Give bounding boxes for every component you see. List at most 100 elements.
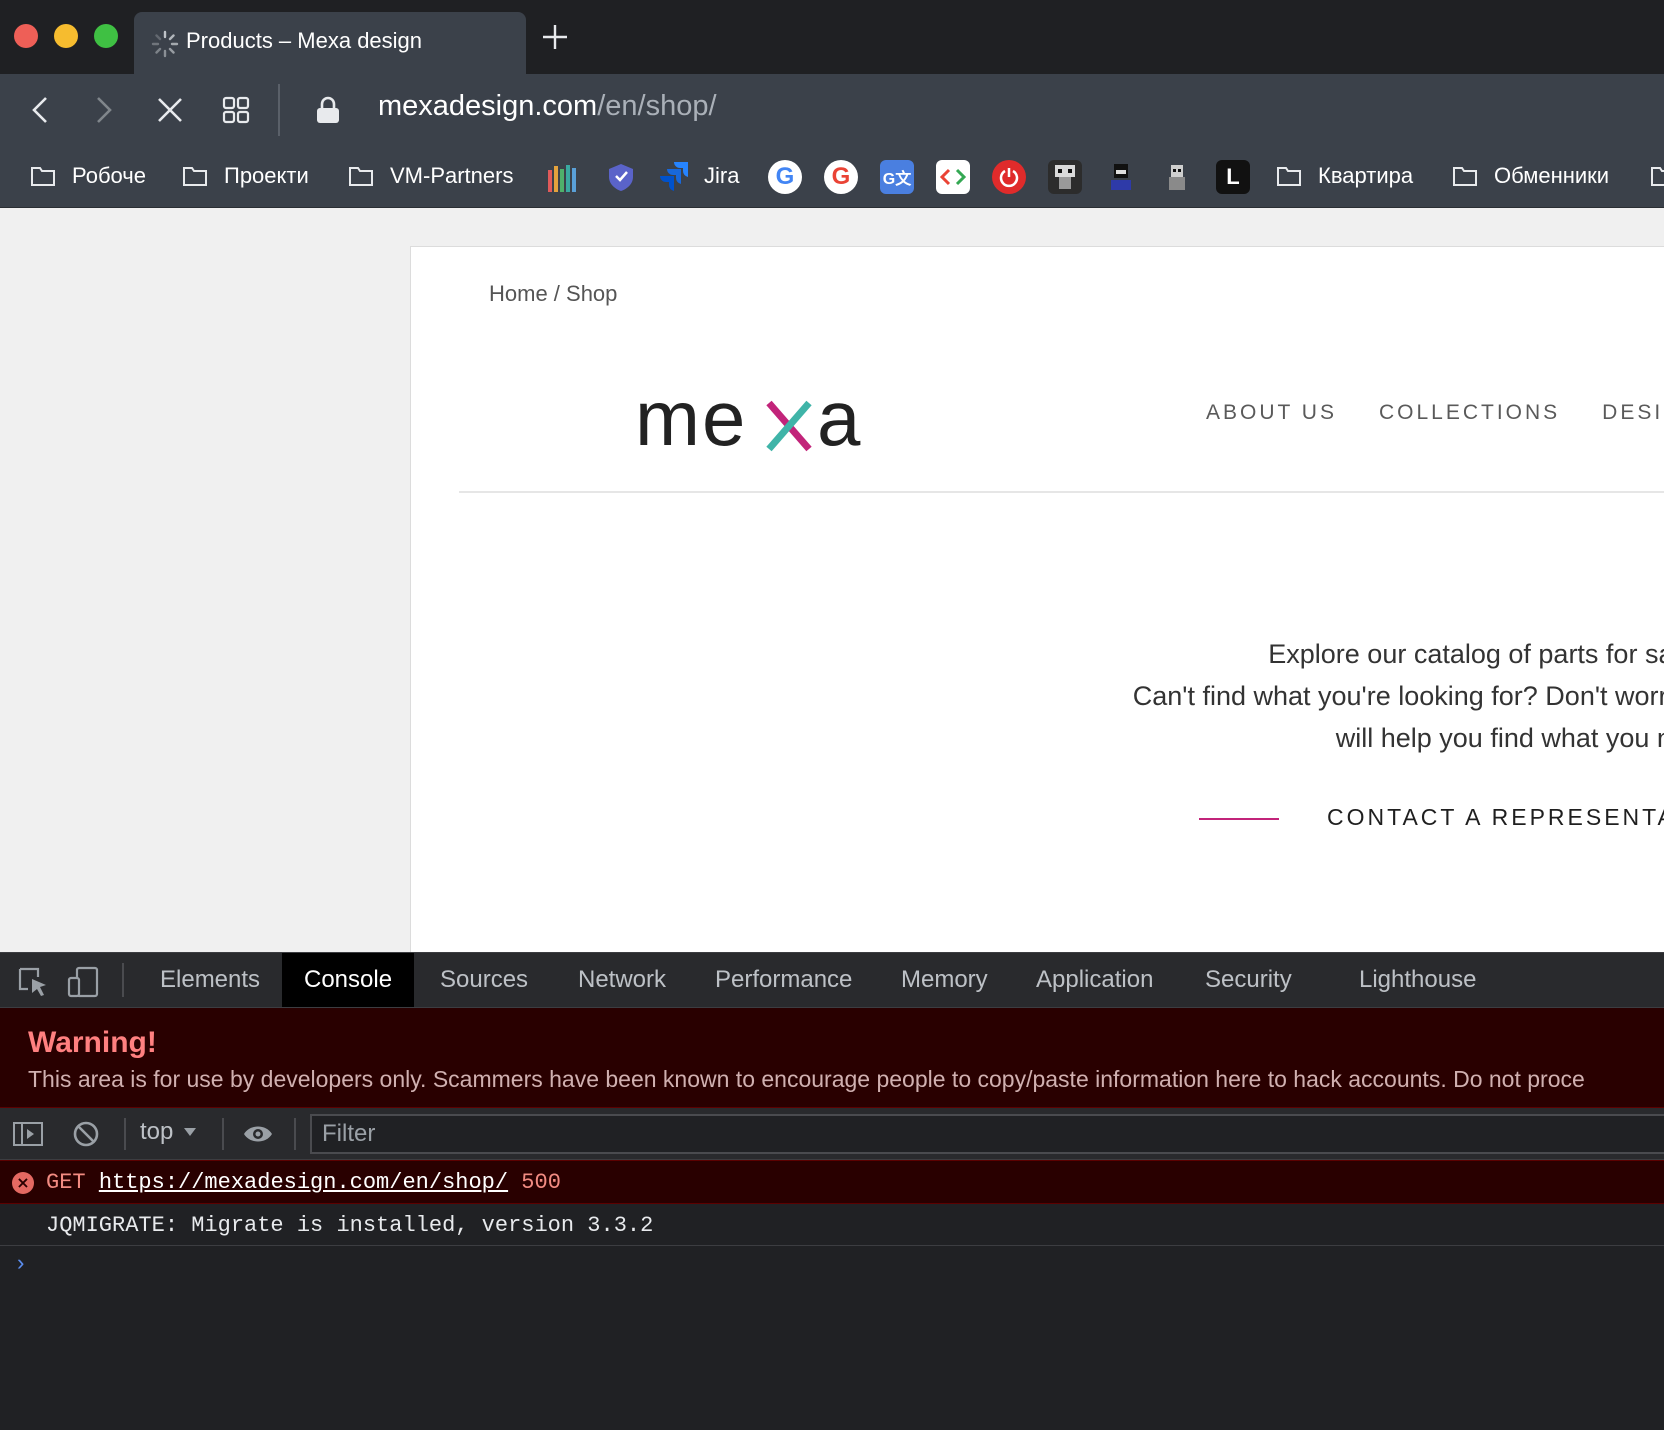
tab-performance[interactable]: Performance bbox=[693, 953, 874, 1007]
bookmark-bars-favicon[interactable] bbox=[546, 160, 580, 194]
inspect-element-icon[interactable] bbox=[16, 965, 50, 999]
mexa-logo[interactable]: me a bbox=[635, 381, 875, 461]
toolbar-divider bbox=[278, 84, 280, 136]
folder-icon bbox=[1651, 167, 1664, 186]
stop-loading-button[interactable] bbox=[152, 92, 188, 128]
pixel-avatar-icon bbox=[1111, 164, 1131, 190]
chevron-right-icon bbox=[97, 97, 112, 123]
nav-about-us[interactable]: ABOUT US bbox=[1206, 401, 1337, 425]
letter-l-icon: L bbox=[1226, 164, 1240, 189]
console-log-row: JQMIGRATE: Migrate is installed, version… bbox=[0, 1204, 1664, 1246]
folder-icon bbox=[1277, 167, 1301, 186]
bookmark-power[interactable] bbox=[992, 160, 1026, 194]
tab-sources[interactable]: Sources bbox=[418, 953, 550, 1007]
forward-button[interactable] bbox=[86, 92, 122, 128]
chevron-down-icon bbox=[184, 1128, 197, 1136]
hero-line: Can't find what you're looking for? Don'… bbox=[1132, 681, 1664, 711]
hero-line: Explore our catalog of parts for sale o bbox=[1268, 639, 1664, 669]
hero-line: will help you find what you need bbox=[1335, 723, 1664, 753]
site-lock-button[interactable] bbox=[310, 92, 346, 128]
error-status: 500 bbox=[521, 1170, 561, 1195]
translate-icon: G文 bbox=[882, 171, 912, 188]
log-message: JQMIGRATE: Migrate is installed, version… bbox=[46, 1213, 654, 1238]
jira-icon bbox=[660, 162, 688, 191]
bar-chart-icon bbox=[548, 165, 576, 192]
warning-title: Warning! bbox=[28, 1026, 157, 1059]
bookmark-label: Проекти bbox=[224, 163, 309, 188]
bookmark-google-1[interactable]: G bbox=[768, 160, 802, 194]
bookmark-jira[interactable]: Jira bbox=[658, 158, 739, 194]
bookmark-label: Робоче bbox=[72, 163, 146, 188]
address-bar[interactable]: mexadesign.com/en/shop/ bbox=[378, 90, 717, 123]
clear-console-icon[interactable] bbox=[70, 1118, 102, 1150]
error-icon: × bbox=[12, 1172, 34, 1194]
warning-body: This area is for use by developers only.… bbox=[28, 1066, 1585, 1092]
devtools-tabbar: Elements Console Sources Network Perform… bbox=[0, 952, 1664, 1008]
error-method: GET bbox=[46, 1170, 86, 1195]
bookmark-pixel-avatar-1[interactable] bbox=[1048, 160, 1082, 194]
context-value: top bbox=[140, 1118, 174, 1145]
tab-console[interactable]: Console bbox=[282, 953, 415, 1007]
new-tab-plus-icon[interactable] bbox=[540, 22, 570, 52]
error-url-link[interactable]: https://mexadesign.com/en/shop/ bbox=[99, 1170, 508, 1195]
nav-collections[interactable]: COLLECTIONS bbox=[1379, 401, 1560, 425]
bookmark-pixel-avatar-2[interactable] bbox=[1104, 160, 1138, 194]
folder-icon bbox=[31, 167, 55, 186]
bookmark-google-2[interactable]: G bbox=[824, 160, 858, 194]
bookmark-l[interactable]: L bbox=[1216, 160, 1250, 194]
bookmark-folder-kvartyra[interactable]: Квартира bbox=[1276, 158, 1413, 194]
bookmark-translate[interactable]: G文 bbox=[880, 160, 914, 194]
bookmark-folder-vm-partners[interactable]: VM-Partners bbox=[348, 158, 513, 194]
bookmarks-bar: Робоче Проекти VM-Partners Jira G G G文 L… bbox=[0, 146, 1664, 208]
back-button[interactable] bbox=[22, 92, 58, 128]
bookmark-label: Квартира bbox=[1318, 163, 1414, 188]
maximize-window-button[interactable] bbox=[94, 24, 118, 48]
tab-elements[interactable]: Elements bbox=[138, 953, 282, 1007]
bookmark-code[interactable] bbox=[936, 160, 970, 194]
tab-lighthouse[interactable]: Lighthouse bbox=[1337, 953, 1498, 1007]
tab-security[interactable]: Security bbox=[1183, 953, 1314, 1007]
contact-representative-link[interactable]: CONTACT A REPRESENTA bbox=[1327, 804, 1664, 831]
tab-grid-button[interactable] bbox=[218, 92, 254, 128]
sidebar-toggle-icon[interactable] bbox=[12, 1118, 44, 1150]
folder-icon bbox=[1453, 167, 1477, 186]
bookmark-shield-favicon[interactable] bbox=[604, 160, 638, 194]
toolbar-divider bbox=[294, 1118, 296, 1150]
tab-application[interactable]: Application bbox=[1014, 953, 1175, 1007]
browser-tab-active[interactable]: Products – Mexa design bbox=[134, 12, 526, 74]
bookmark-pixel-avatar-3[interactable] bbox=[1160, 160, 1194, 194]
google-icon: G bbox=[831, 163, 851, 190]
contact-accent-line bbox=[1199, 818, 1279, 820]
bookmark-folder-proekty[interactable]: Проекти bbox=[182, 158, 309, 194]
console-filter-input[interactable] bbox=[310, 1114, 1664, 1154]
grid-icon bbox=[222, 96, 250, 124]
bookmark-folder-overflow[interactable] bbox=[1650, 158, 1664, 194]
tab-network[interactable]: Network bbox=[556, 953, 688, 1007]
toolbar-divider bbox=[122, 963, 124, 997]
chevron-left-icon bbox=[32, 97, 47, 123]
power-icon bbox=[999, 168, 1019, 188]
tab-memory[interactable]: Memory bbox=[879, 953, 1010, 1007]
bookmark-label: Jira bbox=[704, 163, 740, 188]
context-selector[interactable]: top bbox=[140, 1118, 197, 1146]
page-viewport: Home / Shop me a ABOUT US COLLECTIONS DE… bbox=[0, 208, 1664, 952]
bookmark-label: Обменники bbox=[1494, 163, 1610, 188]
close-window-button[interactable] bbox=[14, 24, 38, 48]
nav-design[interactable]: DESIG bbox=[1602, 401, 1664, 425]
lock-icon bbox=[317, 96, 339, 123]
hero-description: Explore our catalog of parts for sale o … bbox=[957, 633, 1664, 759]
page-content: Home / Shop me a ABOUT US COLLECTIONS DE… bbox=[410, 246, 1664, 952]
error-message: GET https://mexadesign.com/en/shop/ 500 bbox=[46, 1170, 561, 1195]
minimize-window-button[interactable] bbox=[54, 24, 78, 48]
folder-icon bbox=[183, 167, 207, 186]
toolbar-divider bbox=[222, 1118, 224, 1150]
bookmark-folder-obmenniki[interactable]: Обменники bbox=[1452, 158, 1609, 194]
console-prompt[interactable]: › bbox=[14, 1252, 27, 1277]
eye-icon[interactable] bbox=[242, 1118, 274, 1150]
device-toolbar-icon[interactable] bbox=[66, 965, 100, 999]
code-brackets-icon bbox=[939, 168, 967, 186]
breadcrumb[interactable]: Home / Shop bbox=[489, 281, 617, 307]
folder-icon bbox=[349, 167, 373, 186]
bookmark-folder-robochee[interactable]: Робоче bbox=[30, 158, 146, 194]
svg-text:a: a bbox=[817, 381, 861, 461]
